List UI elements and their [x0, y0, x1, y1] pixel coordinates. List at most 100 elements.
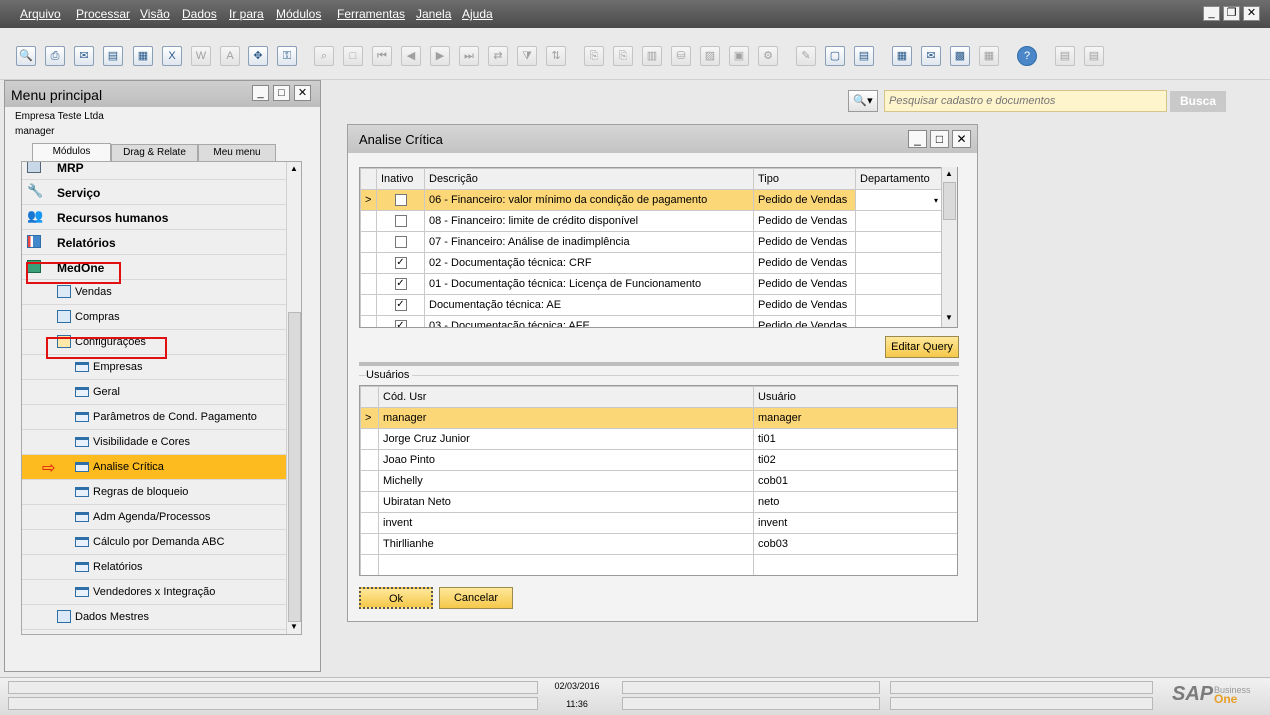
- target-document-icon[interactable]: ⎘: [613, 46, 633, 66]
- word-icon[interactable]: W: [191, 46, 211, 66]
- scroll-up-icon[interactable]: ▲: [290, 164, 298, 173]
- table-row[interactable]: ✓ 03 - Documentação técnica: AFE Pedido de…: [360, 315, 943, 327]
- table-row-empty[interactable]: [360, 554, 957, 575]
- inactive-checkbox[interactable]: ✓: [394, 278, 407, 291]
- pdf-icon[interactable]: A: [220, 46, 240, 66]
- menu-visao[interactable]: Visão: [140, 7, 170, 21]
- minimize-icon[interactable]: _: [908, 130, 927, 148]
- column-header[interactable]: Descrição: [424, 168, 754, 190]
- menu-ir-para[interactable]: Ir para: [229, 7, 264, 21]
- splitter[interactable]: [359, 362, 959, 366]
- cell-departamento[interactable]: [855, 252, 943, 274]
- menu-ajuda[interactable]: Ajuda: [462, 7, 493, 21]
- sort-icon[interactable]: ⇅: [546, 46, 566, 66]
- module-recursos-humanos[interactable]: 👥 Recursos humanos: [22, 205, 286, 230]
- sms-icon[interactable]: ▤: [103, 46, 123, 66]
- payment-icon[interactable]: ⛁: [671, 46, 691, 66]
- journal-icon[interactable]: ▥: [642, 46, 662, 66]
- calendar-icon[interactable]: ▦: [892, 46, 912, 66]
- column-header[interactable]: Departamento: [855, 168, 943, 190]
- close-icon[interactable]: ✕: [952, 130, 971, 148]
- scroll-thumb[interactable]: [943, 182, 956, 220]
- scroll-up-icon[interactable]: ▲: [945, 169, 953, 178]
- table-row[interactable]: Thirllianhe cob03: [360, 533, 957, 555]
- cell-departamento[interactable]: [855, 294, 943, 316]
- tab-meu-menu[interactable]: Meu menu: [198, 144, 276, 161]
- module-mrp[interactable]: MRP: [22, 162, 286, 180]
- inactive-checkbox[interactable]: ✓: [394, 299, 407, 312]
- gross-profit-icon[interactable]: ▨: [700, 46, 720, 66]
- table-row[interactable]: ✓ 01 - Documentação técnica: Licença de F…: [360, 273, 943, 295]
- table-row[interactable]: Michelly cob01: [360, 470, 957, 492]
- folder-compras[interactable]: Compras: [22, 305, 286, 330]
- search-icon[interactable]: 🔍▾: [848, 90, 878, 112]
- email-icon[interactable]: ✉: [74, 46, 94, 66]
- scrollbar[interactable]: ▲ ▼: [286, 162, 301, 634]
- menu-processar[interactable]: Processar: [76, 7, 130, 21]
- folder-dados-mestres[interactable]: Dados Mestres: [22, 605, 286, 630]
- refresh-icon[interactable]: ⇄: [488, 46, 508, 66]
- next-record-icon[interactable]: ▶: [430, 46, 450, 66]
- module-servico[interactable]: 🔧 Serviço: [22, 180, 286, 205]
- item-regras-bloqueio[interactable]: Regras de bloqueio: [22, 480, 286, 505]
- inactive-checkbox[interactable]: [394, 236, 407, 249]
- scrollbar[interactable]: ▲ ▼: [941, 167, 957, 327]
- last-record-icon[interactable]: ⏭: [459, 46, 479, 66]
- departamento-dropdown[interactable]: ▾: [855, 189, 943, 211]
- launch-icon[interactable]: ✥: [248, 46, 268, 66]
- first-record-icon[interactable]: ⏮: [372, 46, 392, 66]
- report-icon[interactable]: ▤: [1084, 46, 1104, 66]
- find-icon[interactable]: ⌕: [314, 46, 334, 66]
- minimize-icon[interactable]: _: [1203, 6, 1220, 21]
- cell-departamento[interactable]: [855, 231, 943, 253]
- print-icon[interactable]: ⎙: [45, 46, 65, 66]
- ok-button[interactable]: Ok: [359, 587, 433, 609]
- item-analise-critica[interactable]: ⇨ Analise Crítica: [22, 455, 286, 480]
- table-row[interactable]: ✓ 02 - Documentação técnica: CRF Pedido de…: [360, 252, 943, 274]
- table-row[interactable]: ✓ Documentação técnica: AE Pedido de Venda…: [360, 294, 943, 316]
- cancel-button[interactable]: Cancelar: [439, 587, 513, 609]
- column-header[interactable]: Tipo: [753, 168, 856, 190]
- search-input[interactable]: [884, 90, 1167, 112]
- settings-icon[interactable]: ⚙: [758, 46, 778, 66]
- calculator-icon[interactable]: ▩: [950, 46, 970, 66]
- column-header[interactable]: Cód. Usr: [378, 386, 754, 408]
- form-settings-icon[interactable]: ▤: [854, 46, 874, 66]
- close-icon[interactable]: ✕: [1243, 6, 1260, 21]
- fax-icon[interactable]: ▦: [133, 46, 153, 66]
- item-visibilidade-cores[interactable]: Visibilidade e Cores: [22, 430, 286, 455]
- document-icon[interactable]: ▢: [825, 46, 845, 66]
- table-row[interactable]: Ubiratan Neto neto: [360, 491, 957, 513]
- table-row[interactable]: Jorge Cruz Junior ti01: [360, 428, 957, 450]
- menu-ferramentas[interactable]: Ferramentas: [337, 7, 405, 21]
- menu-modulos[interactable]: Módulos: [276, 7, 321, 21]
- grid-icon[interactable]: ▦: [979, 46, 999, 66]
- excel-icon[interactable]: X: [162, 46, 182, 66]
- minimize-icon[interactable]: _: [252, 85, 269, 101]
- module-relatorios[interactable]: Relatórios: [22, 230, 286, 255]
- query-icon[interactable]: ▤: [1055, 46, 1075, 66]
- cell-departamento[interactable]: [855, 210, 943, 232]
- filter-icon[interactable]: ⧩: [517, 46, 537, 66]
- volume-weight-icon[interactable]: ▣: [729, 46, 749, 66]
- scroll-down-icon[interactable]: ▼: [290, 622, 298, 631]
- menu-dados[interactable]: Dados: [182, 7, 217, 21]
- scroll-thumb[interactable]: [288, 312, 301, 622]
- item-vendedores-integracao[interactable]: Vendedores x Integração: [22, 580, 286, 605]
- preview-icon[interactable]: 🔍: [16, 46, 36, 66]
- table-row[interactable]: >06 - Financeiro: valor mínimo da condiç…: [360, 189, 943, 211]
- column-header[interactable]: Usuário: [753, 386, 957, 408]
- scroll-down-icon[interactable]: ▼: [945, 313, 953, 322]
- item-parametros-cond-pagamento[interactable]: Parâmetros de Cond. Pagamento: [22, 405, 286, 430]
- maximize-icon[interactable]: □: [273, 85, 290, 101]
- search-button[interactable]: Busca: [1170, 91, 1226, 112]
- inactive-checkbox[interactable]: [394, 215, 407, 228]
- edit-query-button[interactable]: Editar Query: [885, 336, 959, 358]
- edit-icon[interactable]: ✎: [796, 46, 816, 66]
- item-calculo-demanda[interactable]: Cálculo por Demanda ABC: [22, 530, 286, 555]
- inactive-checkbox[interactable]: [394, 194, 407, 207]
- previous-record-icon[interactable]: ◀: [401, 46, 421, 66]
- add-icon[interactable]: □: [343, 46, 363, 66]
- inactive-checkbox[interactable]: ✓: [394, 257, 407, 270]
- item-geral[interactable]: Geral: [22, 380, 286, 405]
